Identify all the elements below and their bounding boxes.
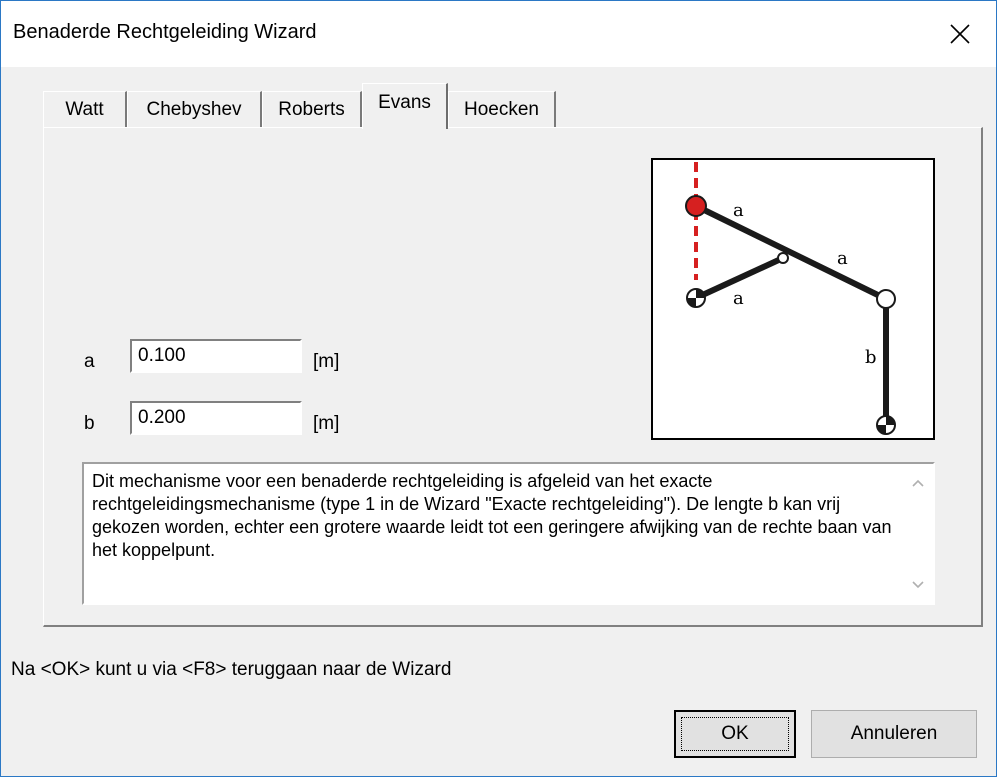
mechanism-svg: a a a b bbox=[685, 162, 896, 435]
middle-joint bbox=[777, 252, 789, 264]
tab-evans[interactable]: Evans bbox=[362, 83, 448, 129]
tab-roberts[interactable]: Roberts bbox=[262, 91, 362, 127]
tab-hoecken[interactable]: Hoecken bbox=[448, 91, 556, 127]
field-b-unit: [m] bbox=[313, 413, 340, 434]
close-icon bbox=[950, 24, 970, 44]
tab-watt[interactable]: Watt bbox=[43, 91, 127, 127]
label-a-middle: a bbox=[837, 248, 848, 269]
description-memo[interactable]: Dit mechanisme voor een benaderde rechtg… bbox=[82, 462, 935, 605]
title-bar: Benaderde Rechtgeleiding Wizard bbox=[1, 1, 996, 67]
field-a-label: a bbox=[84, 351, 95, 372]
window-title: Benaderde Rechtgeleiding Wizard bbox=[13, 21, 317, 43]
tab-watt-label: Watt bbox=[65, 98, 104, 120]
label-a-upper: a bbox=[733, 200, 744, 221]
chevron-up-icon[interactable] bbox=[911, 478, 925, 488]
chevron-down-icon[interactable] bbox=[911, 580, 925, 590]
tab-chebyshev[interactable]: Chebyshev bbox=[127, 91, 262, 127]
tab-evans-label: Evans bbox=[378, 92, 431, 113]
field-a-unit: [m] bbox=[313, 351, 340, 372]
fixed-pivot-left bbox=[686, 288, 706, 308]
fixed-pivot-right bbox=[876, 415, 896, 435]
cancel-button[interactable]: Annuleren bbox=[811, 710, 977, 758]
rocker-joint bbox=[876, 289, 896, 309]
memo-scrollbar[interactable] bbox=[903, 464, 933, 603]
field-b-label: b bbox=[84, 413, 95, 434]
label-b: b bbox=[865, 347, 877, 368]
description-text: Dit mechanisme voor een benaderde rechtg… bbox=[92, 471, 892, 560]
coupler-point bbox=[685, 195, 707, 217]
status-hint: Na <OK> kunt u via <F8> teruggaan naar d… bbox=[11, 659, 452, 680]
tab-roberts-label: Roberts bbox=[278, 98, 345, 120]
field-a-input[interactable] bbox=[130, 339, 302, 373]
close-button[interactable] bbox=[924, 1, 996, 67]
mechanism-diagram: a a a b bbox=[651, 158, 935, 440]
cancel-button-label: Annuleren bbox=[850, 723, 938, 744]
field-b-input[interactable] bbox=[130, 401, 302, 435]
tab-chebyshev-label: Chebyshev bbox=[146, 98, 242, 120]
ok-button[interactable]: OK bbox=[674, 710, 796, 758]
label-a-lower: a bbox=[733, 288, 744, 309]
focus-rect bbox=[681, 717, 789, 751]
dialog-window: Benaderde Rechtgeleiding Wizard Watt Che… bbox=[0, 0, 997, 777]
tab-hoecken-label: Hoecken bbox=[464, 98, 539, 120]
